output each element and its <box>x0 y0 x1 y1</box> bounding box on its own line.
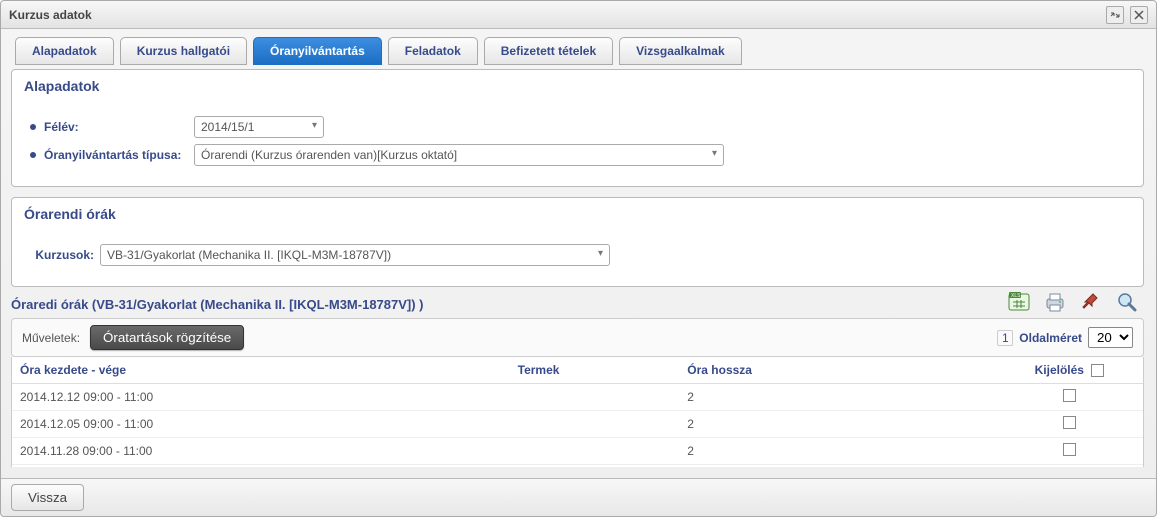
bullet-icon <box>30 124 36 130</box>
row-checkbox[interactable] <box>1063 416 1076 429</box>
schedule-panel: Órarendi órák Kurzusok: VB-31/Gyakorlat … <box>11 197 1144 287</box>
table-row: 2014.12.05 09:00 - 11:00 2 <box>12 411 1143 438</box>
tab-oranyilvantartas[interactable]: Óranyilvántartás <box>253 37 382 65</box>
tab-vizsgaalkalmak[interactable]: Vizsgaalkalmak <box>619 37 742 65</box>
select-all-checkbox[interactable] <box>1091 364 1104 377</box>
back-button[interactable]: Vissza <box>11 484 84 511</box>
schedule-legend: Órarendi órák <box>20 206 120 222</box>
record-sessions-button[interactable]: Óratartások rögzítése <box>90 325 244 350</box>
window-titlebar: Kurzus adatok <box>1 1 1156 29</box>
pagesize-label: Oldalméret <box>1019 331 1082 345</box>
close-icon[interactable] <box>1130 6 1148 24</box>
lessons-table: Óra kezdete - vége Termek Óra hossza Kij… <box>12 357 1143 467</box>
table-row: 2014.11.21 09:00 - 11:00 2 <box>12 465 1143 467</box>
table-row: 2014.12.12 09:00 - 11:00 2 <box>12 384 1143 411</box>
table-row: 2014.11.28 09:00 - 11:00 2 <box>12 438 1143 465</box>
operations-label: Műveletek: <box>22 331 80 345</box>
basic-legend: Alapadatok <box>20 78 103 94</box>
bullet-icon <box>30 152 36 158</box>
operations-bar: Műveletek: Óratartások rögzítése 1 Oldal… <box>11 318 1144 357</box>
pagesize-select[interactable]: 20 <box>1088 327 1133 348</box>
tab-befizetett-tetelek[interactable]: Befizetett tételek <box>484 37 613 65</box>
pin-icon[interactable] <box>1078 289 1104 315</box>
tab-bar: Alapadatok Kurzus hallgatói Óranyilvánta… <box>11 37 1144 65</box>
export-xls-icon[interactable]: XLS <box>1006 289 1032 315</box>
type-select[interactable]: Órarendi (Kurzus órarenden van)[Kurzus o… <box>194 144 724 166</box>
window-title: Kurzus adatok <box>9 8 92 22</box>
list-title: Óraredi órák (VB-31/Gyakorlat (Mechanika… <box>11 297 1144 312</box>
row-checkbox[interactable] <box>1063 443 1076 456</box>
course-data-window: Kurzus adatok Alapadatok Kurzus hallgató… <box>0 0 1157 517</box>
courses-label: Kurzusok: <box>30 248 94 262</box>
semester-select[interactable]: 2014/15/1 <box>194 116 324 138</box>
print-icon[interactable] <box>1042 289 1068 315</box>
search-icon[interactable] <box>1114 289 1140 315</box>
col-length[interactable]: Óra hossza <box>679 357 996 384</box>
window-footer: Vissza <box>1 478 1156 516</box>
semester-label: Félév: <box>44 120 194 134</box>
courses-select[interactable]: VB-31/Gyakorlat (Mechanika II. [IKQL-M3M… <box>100 244 610 266</box>
content-scroll[interactable]: Alapadatok Kurzus hallgatói Óranyilvánta… <box>11 37 1146 467</box>
row-checkbox[interactable] <box>1063 389 1076 402</box>
tab-alapadatok[interactable]: Alapadatok <box>15 37 114 65</box>
col-room[interactable]: Termek <box>510 357 680 384</box>
tab-kurzus-hallgatoi[interactable]: Kurzus hallgatói <box>120 37 247 65</box>
maximize-icon[interactable] <box>1106 6 1124 24</box>
col-time[interactable]: Óra kezdete - vége <box>12 357 510 384</box>
page-number[interactable]: 1 <box>997 330 1013 346</box>
svg-text:XLS: XLS <box>1011 293 1021 299</box>
tab-feladatok[interactable]: Feladatok <box>388 37 478 65</box>
col-select: Kijelölés <box>996 357 1143 384</box>
type-label: Óranyilvántartás típusa: <box>44 148 194 162</box>
basic-data-panel: Alapadatok Félév: 2014/15/1 Óranyilvánta… <box>11 69 1144 187</box>
